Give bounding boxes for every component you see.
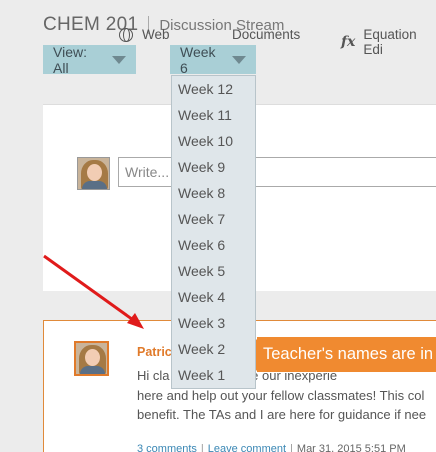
annotation-arrow	[43, 254, 144, 329]
